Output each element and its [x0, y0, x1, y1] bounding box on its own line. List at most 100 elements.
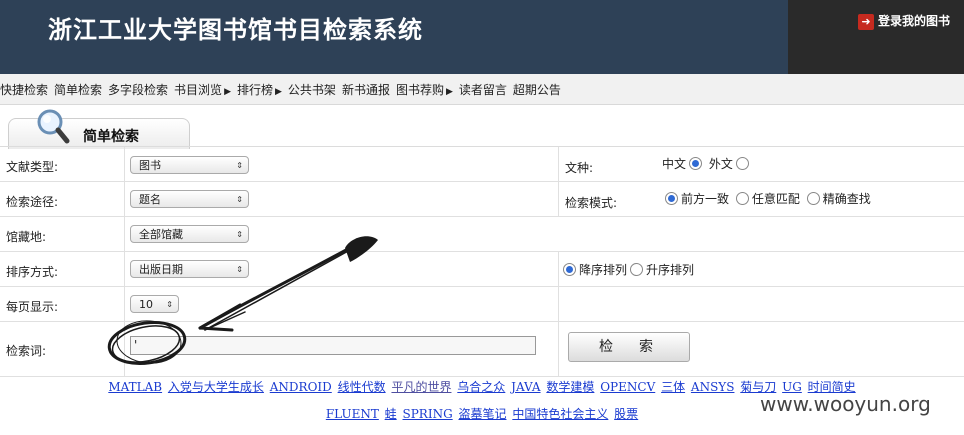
hot-word-link[interactable]: ANSYS — [691, 380, 735, 394]
per-page-value: 10 — [139, 298, 153, 311]
nav-item[interactable]: 超期公告 — [513, 83, 561, 97]
row-per-page: 每页显示: 10 ⇕ — [0, 287, 964, 322]
mode-exact-radio[interactable] — [806, 192, 820, 205]
magnifier-icon — [37, 109, 70, 144]
sort-label: 排序方式: — [6, 265, 59, 279]
nav-item-label: 新书通报 — [341, 83, 390, 97]
language-chinese-radio[interactable] — [689, 157, 703, 170]
hot-word-link[interactable]: 入党与大学生成长 — [168, 380, 264, 394]
nav-items: 快捷检索 简单检索 多字段检索 书目浏览 ▶ 排行榜 ▶ 公共书架 新书通报 图书荐购 ▶ 读者留言超… — [0, 81, 567, 98]
nav-item[interactable]: 书目浏览 ▶ — [174, 83, 231, 97]
hot-word-link[interactable]: FLUENT — [326, 407, 379, 421]
updown-icon: ⇕ — [166, 300, 173, 309]
tab-area: 简单检索 — [0, 104, 964, 149]
login-link[interactable]: ➜ 登录我的图书 — [858, 12, 950, 30]
page-title: 浙江工业大学图书馆书目检索系统 — [48, 16, 423, 44]
mode-any-label: 任意匹配 — [751, 192, 800, 206]
updown-icon: ⇕ — [236, 161, 243, 170]
hot-word-link[interactable]: MATLAB — [108, 380, 162, 394]
mode-any-radio[interactable] — [735, 192, 749, 205]
nav-item-label: 书目浏览 — [174, 83, 223, 97]
mode-options: 前方一致 任意匹配 精确查找 — [662, 190, 871, 207]
nav-bar: 快捷检索 简单检索 多字段检索 书目浏览 ▶ 排行榜 ▶ 公共书架 新书通报 图书荐购 ▶ 读者留言超… — [0, 74, 964, 105]
divider — [558, 147, 559, 181]
hot-word-link[interactable]: 三体 — [661, 380, 685, 394]
hot-word-link[interactable]: OPENCV — [600, 380, 655, 394]
divider — [124, 147, 125, 181]
doc-type-select[interactable]: 图书 ⇕ — [130, 156, 249, 174]
hot-word-link[interactable]: 乌合之众 — [457, 380, 505, 394]
row-doc-type: 文献类型: 图书 ⇕ 文种: 中文 外文 — [0, 147, 964, 182]
divider — [124, 217, 125, 251]
divider — [124, 182, 125, 216]
library-select[interactable]: 全部馆藏 ⇕ — [130, 225, 249, 243]
sort-order-options: 降序排列 升序排列 — [560, 261, 694, 278]
nav-item[interactable]: 公共书架 — [288, 83, 336, 97]
search-form: 文献类型: 图书 ⇕ 文种: 中文 外文 检索途径: 题名 ⇕ 检索模式: 前方一致… — [0, 146, 964, 377]
nav-item[interactable]: 图书荐购 ▶ — [396, 83, 453, 97]
hot-word-link[interactable]: 数学建模 — [546, 380, 594, 394]
hot-word-link[interactable]: 线性代数 — [338, 380, 386, 394]
nav-item-label: 超期公告 — [512, 83, 561, 97]
triangle-right-icon: ▶ — [445, 87, 453, 97]
nav-item-label: 公共书架 — [287, 83, 336, 97]
hot-word-link[interactable]: 中国特色社会主义 — [512, 407, 608, 421]
nav-item[interactable]: 新书通报 — [342, 83, 390, 97]
nav-item[interactable]: 简单检索 — [54, 83, 102, 97]
hot-word-link[interactable]: 盗墓笔记 — [458, 407, 506, 421]
updown-icon: ⇕ — [236, 195, 243, 204]
nav-item-label: 快捷检索 — [0, 83, 49, 97]
divider — [124, 252, 125, 286]
row-library: 馆藏地: 全部馆藏 ⇕ — [0, 217, 964, 252]
header-banner: 浙江工业大学图书馆书目检索系统 ➜ 登录我的图书 — [0, 0, 964, 74]
triangle-right-icon: ▶ — [224, 87, 231, 97]
mode-prefix-radio[interactable] — [665, 192, 678, 205]
hot-word-link[interactable]: SPRING — [403, 407, 453, 421]
row-keyword: 检索词: ' 检 索 — [0, 322, 964, 377]
hot-word-link[interactable]: 平凡的世界 — [391, 380, 451, 394]
tab-simple-search[interactable]: 简单检索 — [8, 109, 190, 149]
keyword-label: 检索词: — [6, 344, 47, 358]
route-select[interactable]: 题名 ⇕ — [130, 190, 249, 208]
arrow-right-icon: ➜ — [858, 13, 874, 30]
hot-word-link[interactable]: ANDROID — [270, 380, 332, 394]
nav-item-label: 读者留言 — [458, 83, 507, 97]
sort-select[interactable]: 出版日期 ⇕ — [130, 260, 249, 278]
search-button[interactable]: 检 索 — [568, 332, 690, 362]
keyword-value: ' — [134, 338, 138, 352]
mode-label: 检索模式: — [565, 196, 618, 210]
divider — [124, 287, 125, 321]
sort-asc-radio[interactable] — [630, 263, 644, 276]
language-options: 中文 外文 — [662, 155, 752, 172]
per-page-select[interactable]: 10 ⇕ — [130, 295, 179, 313]
row-sort: 排序方式: 出版日期 ⇕ 降序排列 升序排列 — [0, 252, 964, 287]
nav-item-label: 排行榜 — [236, 83, 273, 97]
sort-desc-radio[interactable] — [563, 263, 576, 276]
hot-word-link[interactable]: 蛙 — [385, 407, 397, 421]
triangle-right-icon: ▶ — [275, 87, 282, 97]
login-label: 登录我的图书 — [878, 14, 951, 28]
mode-exact-label: 精确查找 — [822, 192, 871, 206]
mode-prefix-label: 前方一致 — [681, 192, 730, 206]
nav-item[interactable]: 读者留言 — [459, 83, 507, 97]
per-page-label: 每页显示: — [6, 300, 59, 314]
language-foreign-radio[interactable] — [735, 157, 749, 170]
sort-desc-label: 降序排列 — [579, 263, 628, 277]
doc-type-label: 文献类型: — [6, 160, 59, 174]
hot-word-link[interactable]: 股票 — [614, 407, 638, 421]
divider — [558, 182, 559, 216]
nav-item[interactable]: 多字段检索 — [108, 83, 168, 97]
sort-value: 出版日期 — [139, 263, 183, 276]
nav-item[interactable]: 快捷检索 — [0, 83, 48, 97]
nav-item-label: 简单检索 — [54, 83, 103, 97]
updown-icon: ⇕ — [236, 265, 243, 274]
nav-item[interactable]: 排行榜 ▶ — [237, 83, 282, 97]
library-label: 馆藏地: — [6, 230, 47, 244]
keyword-input[interactable]: ' — [130, 336, 536, 355]
route-value: 题名 — [139, 193, 161, 206]
login-area: ➜ 登录我的图书 — [788, 0, 964, 74]
divider — [124, 322, 125, 376]
hot-word-link[interactable]: JAVA — [511, 380, 540, 394]
divider — [558, 287, 559, 321]
library-value: 全部馆藏 — [139, 228, 183, 241]
